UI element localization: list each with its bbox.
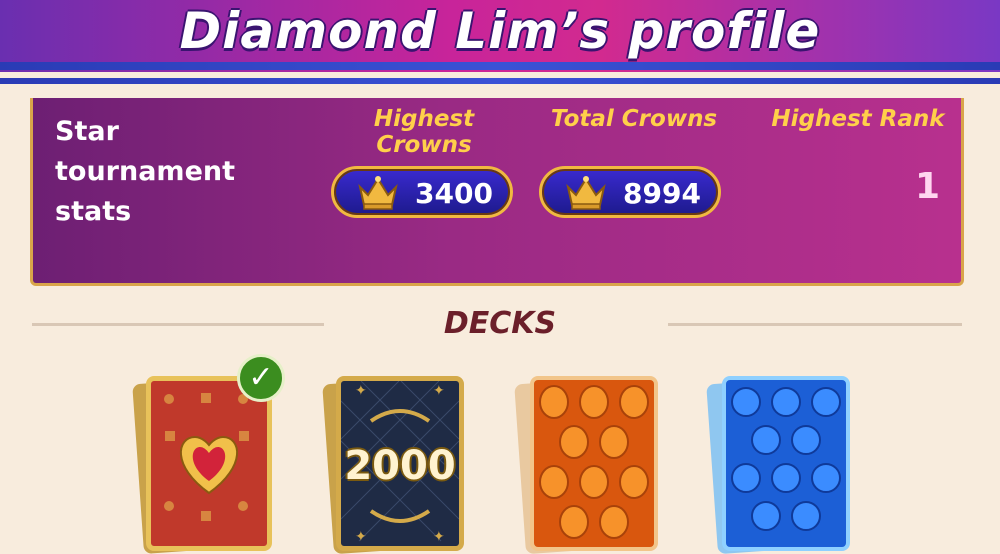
highest-rank-title: Highest Rank (771, 106, 945, 132)
deck-orange-candy[interactable] (514, 372, 660, 554)
svg-text:✦: ✦ (355, 383, 367, 399)
candy-pattern-icon (731, 387, 841, 531)
crown-icon (358, 176, 398, 210)
selected-check-icon: ✓ (237, 354, 285, 402)
deck-front-card (146, 376, 272, 551)
svg-text:✦: ✦ (433, 529, 445, 545)
header-stripe (0, 78, 1000, 84)
deck-front-card: ✦ ✦ ✦ ✦ 2000 (336, 376, 464, 551)
header-stripe (0, 62, 1000, 70)
stats-label: Star tournament stats (55, 116, 236, 227)
deck-2000-label: 2000 (344, 443, 456, 489)
deck-blue-candy[interactable] (706, 372, 852, 554)
deck-2000[interactable]: ✦ ✦ ✦ ✦ 2000 (322, 372, 468, 554)
crown-icon (566, 176, 606, 210)
svg-text:✦: ✦ (355, 529, 367, 545)
page-title: Diamond Lim’s profile (179, 2, 821, 60)
deck-front-card (722, 376, 850, 551)
total-crowns-pill: 8994 (539, 166, 721, 218)
star-tournament-stats-panel: Star tournament stats Highest Crowns 340… (30, 98, 964, 286)
deck-front-card (530, 376, 658, 551)
highest-crowns-title: Highest Crowns (373, 106, 475, 158)
highest-rank-value: 1 (915, 166, 941, 207)
total-crowns-value: 8994 (623, 177, 701, 210)
highest-crowns-pill: 3400 (331, 166, 513, 218)
candy-pattern-icon (539, 385, 649, 539)
pattern-icon (164, 393, 249, 521)
profile-header: Diamond Lim’s profile (0, 0, 1000, 84)
decks-divider-right (668, 323, 962, 326)
total-crowns-title: Total Crowns (550, 106, 718, 132)
svg-text:✦: ✦ (433, 383, 445, 399)
highest-crowns-value: 3400 (415, 177, 493, 210)
